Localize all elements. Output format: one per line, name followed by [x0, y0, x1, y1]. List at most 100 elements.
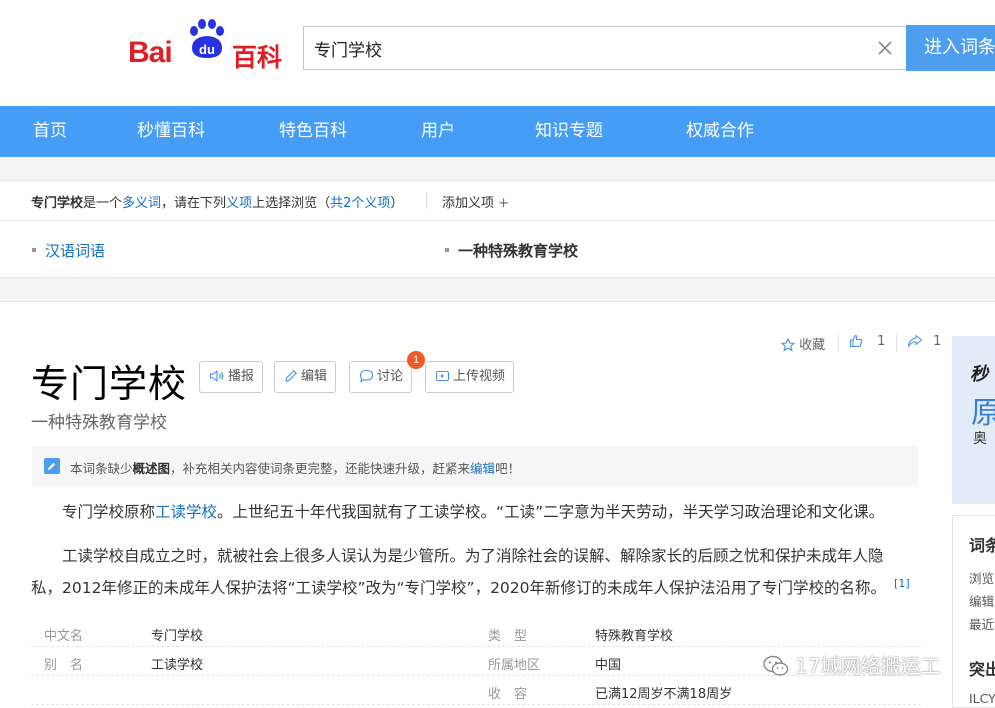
nav-item-miaodong[interactable]: 秒懂百科 — [137, 106, 205, 157]
info-key: 中文名 — [44, 629, 84, 644]
page-subtitle: 一种特殊教育学校 — [31, 413, 167, 433]
logo-baike-text: 百科 — [232, 43, 283, 72]
promo-text: 秒 — [970, 364, 988, 385]
watermark-text: 17城网络搬运工 — [795, 654, 941, 678]
upload-video-label: 上传视频 — [453, 369, 506, 384]
polysemy-text-1: 是一个 — [83, 196, 123, 211]
nav-item-topics[interactable]: 知识专题 — [535, 106, 603, 157]
thumbs-up-icon — [849, 334, 863, 347]
card-line: 浏览 — [969, 571, 995, 586]
polysemy-text-4: ） — [390, 196, 404, 211]
nav-item-special[interactable]: 特色百科 — [279, 106, 347, 157]
info-value: 工读学校 — [151, 658, 204, 673]
baidu-baike-logo[interactable]: Bai du 百科 — [128, 16, 284, 72]
play-label: 播报 — [228, 369, 255, 384]
star-icon — [780, 337, 796, 352]
info-row: 中文名 专门学校 类 型 特殊教育学校 — [31, 618, 921, 647]
logo-bai-text: Bai — [128, 36, 173, 69]
card-title: 突出 — [969, 660, 995, 679]
notice-text-2: ，补充相关内容使词条更完整，还能快速升级，赶紧来 — [170, 461, 471, 476]
speaker-icon — [209, 369, 224, 382]
share-button[interactable]: 1 — [907, 334, 941, 349]
play-button[interactable]: 播报 — [199, 361, 264, 393]
info-key: 收 容 — [488, 687, 528, 702]
nav-item-cooperation[interactable]: 权威合作 — [686, 106, 754, 157]
bullet-icon — [32, 247, 36, 252]
nav-item-users[interactable]: 用户 — [421, 106, 455, 157]
info-value: 中国 — [595, 658, 622, 673]
sense-item-chinese-word[interactable]: 汉语词语 — [32, 240, 105, 261]
sense-count-link[interactable]: 共2个义项 — [330, 196, 390, 211]
watermark: 17城网络搬运工 — [763, 650, 940, 680]
sense-label: 一种特殊教育学校 — [458, 242, 579, 260]
polysemy-text-3: 上选择浏览（ — [252, 196, 331, 211]
missing-image-notice: 本词条缺少概述图，补充相关内容使词条更完整，还能快速升级，赶紧来编辑吧！ — [32, 446, 918, 486]
info-key: 所属地区 — [488, 658, 541, 673]
page-title: 专门学校 — [31, 362, 188, 406]
discuss-count-badge: 1 — [407, 351, 425, 369]
info-key: 类 型 — [488, 629, 528, 644]
chat-icon — [359, 369, 374, 383]
spacer — [0, 278, 995, 302]
paw-icon: du — [190, 19, 224, 58]
sense-link[interactable]: 义项 — [226, 196, 252, 211]
side-stats-card: 词条 浏览 编辑 最近 突出 ILCY — [952, 515, 995, 708]
collect-label: 收藏 — [799, 338, 826, 353]
notice-text-3: 吧！ — [495, 461, 521, 476]
share-count: 1 — [933, 334, 942, 349]
nav-item-home[interactable]: 首页 — [33, 106, 67, 157]
discuss-button[interactable]: 讨论 — [349, 361, 413, 393]
card-title: 词条 — [969, 536, 995, 555]
notice-text-1: 本词条缺少 — [70, 461, 133, 476]
sense-item-special-school: 一种特殊教育学校 — [445, 240, 578, 261]
edit-label: 编辑 — [301, 369, 328, 384]
info-value: 专门学校 — [151, 629, 204, 644]
divider — [426, 192, 427, 209]
like-count: 1 — [877, 334, 886, 349]
pencil-icon — [285, 369, 297, 382]
clear-icon[interactable] — [875, 38, 895, 58]
share-icon — [907, 334, 923, 347]
reference-link[interactable]: [1] — [894, 577, 910, 590]
add-sense-button[interactable]: 添加义项 + — [442, 192, 509, 211]
card-line: 最近 — [969, 617, 995, 632]
edit-notice-icon — [44, 458, 60, 474]
info-value: 特殊教育学校 — [595, 629, 674, 644]
logo-du-text: du — [199, 42, 215, 57]
bullet-icon — [445, 247, 449, 252]
polysemy-link[interactable]: 多义词 — [122, 196, 161, 211]
spacer — [0, 157, 995, 180]
paragraph-1: 专门学校原称工读学校。上世纪五十年代我国就有了工读学校。“工读”二字意为半天劳动… — [31, 498, 911, 526]
divider — [896, 334, 897, 352]
upload-video-button[interactable]: 上传视频 — [425, 361, 515, 393]
sense-list: 汉语词语 一种特殊教育学校 — [0, 221, 995, 278]
search-box — [303, 26, 907, 70]
plus-icon: + — [498, 196, 510, 211]
paragraph-text: 。上世纪五十年代我国就有了工读学校。“工读”二字意为半天劳动，半天学习政治理论和… — [217, 503, 885, 521]
like-button[interactable]: 1 — [849, 334, 885, 349]
card-line: 编辑 — [969, 594, 995, 609]
collect-button[interactable]: 收藏 — [780, 334, 826, 353]
video-icon — [435, 370, 450, 381]
gongdu-school-link[interactable]: 工读学校 — [155, 503, 217, 521]
polysemy-text-2: ，请在下列 — [161, 196, 227, 211]
info-value: 已满12周岁不满18周岁 — [595, 687, 733, 702]
wechat-icon — [763, 655, 789, 676]
paragraph-text: 工读学校自成立之时，就被社会上很多人误认为是少管所。为了消除社会的误解、解除家长… — [31, 547, 887, 597]
info-row: 收 容 已满12周岁不满18周岁 — [31, 676, 921, 705]
main-nav: 首页 秒懂百科 特色百科 用户 知识专题 权威合作 — [0, 106, 995, 157]
info-key: 别 名 — [44, 658, 84, 673]
discuss-label: 讨论 — [377, 369, 404, 384]
enter-entry-button[interactable]: 进入词条 — [906, 25, 995, 71]
paragraph-2: 工读学校自成立之时，就被社会上很多人误认为是少管所。为了消除社会的误解、解除家长… — [31, 542, 911, 602]
side-promo-banner[interactable]: 秒 原 奥 — [952, 336, 995, 504]
edit-button[interactable]: 编辑 — [274, 361, 337, 393]
sense-label: 汉语词语 — [45, 242, 106, 260]
divider — [838, 334, 839, 352]
notice-edit-link[interactable]: 编辑 — [470, 461, 495, 476]
paragraph-text: 专门学校原称 — [62, 503, 156, 521]
notice-bold: 概述图 — [132, 461, 171, 476]
promo-text: 奥 — [973, 431, 987, 447]
search-input[interactable] — [314, 27, 854, 69]
polysemy-bar: 专门学校是一个多义词，请在下列义项上选择浏览（共2个义项） 添加义项 + — [0, 180, 995, 221]
